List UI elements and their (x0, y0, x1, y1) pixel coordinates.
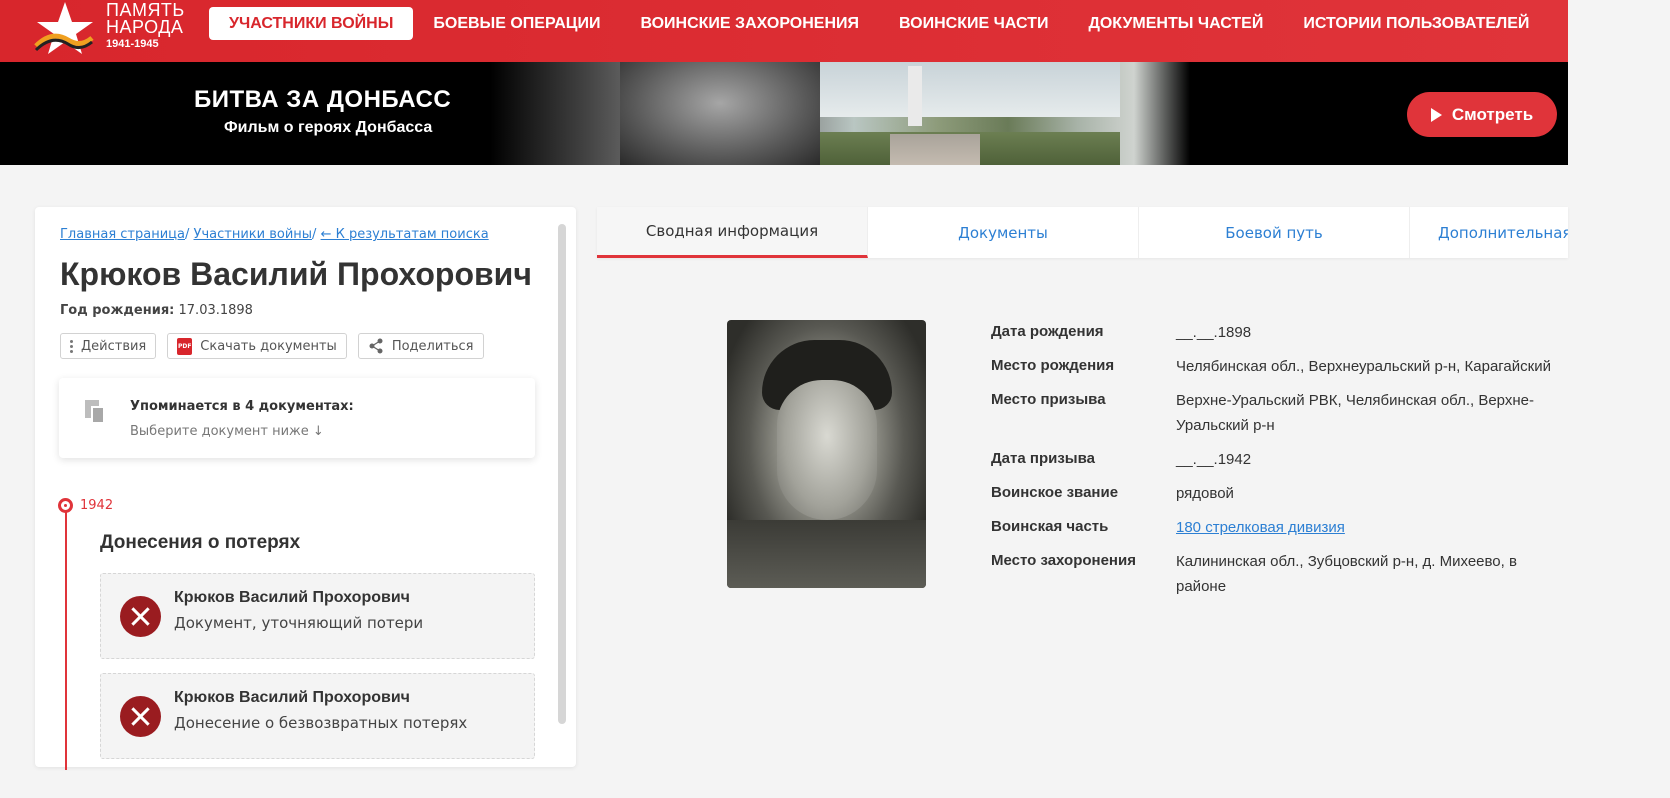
mentions-box: Упоминается в 4 документах: Выберите док… (59, 378, 535, 458)
info-label: Воинская часть (991, 518, 1109, 535)
info-label: Дата рождения (991, 323, 1104, 340)
nav-operations[interactable]: БОЕВЫЕ ОПЕРАЦИИ (413, 7, 620, 40)
info-label: Дата призыва (991, 450, 1095, 467)
share-button[interactable]: Поделиться (357, 333, 484, 359)
section-title: Донесения о потерях (100, 532, 301, 553)
info-value: __.__.1898 (1176, 324, 1252, 341)
timeline-year: 1942 (80, 498, 114, 513)
action-bar: Действия PDF Скачать документы Поделитьс… (60, 333, 484, 359)
banner-subtitle: Фильм о героях Донбасса (224, 119, 433, 136)
top-header: ПАМЯТЬ НАРОДА 1941-1945 УЧАСТНИКИ ВОЙНЫ … (0, 0, 1568, 62)
banner-image (490, 62, 1190, 165)
more-vertical-icon (70, 339, 73, 353)
page-title: Крюков Василий Прохорович (60, 256, 532, 292)
loss-x-icon (120, 696, 161, 737)
info-value: Верхне-Уральский РВК, Челябинская обл., … (1176, 392, 1534, 434)
nav-units[interactable]: ВОИНСКИЕ ЧАСТИ (879, 7, 1068, 40)
timeline-marker-icon (58, 498, 73, 513)
info-label: Воинское звание (991, 484, 1119, 501)
info-row: Место рождения Челябинская обл., Верхнеу… (991, 354, 1551, 379)
mentions-hint: Выберите документ ниже ↓ (130, 424, 324, 439)
nav-unit-documents[interactable]: ДОКУМЕНТЫ ЧАСТЕЙ (1068, 7, 1283, 40)
nav-burials[interactable]: ВОИНСКИЕ ЗАХОРОНЕНИЯ (620, 7, 879, 40)
breadcrumb-home[interactable]: Главная страница (60, 227, 185, 242)
main-nav: УЧАСТНИКИ ВОЙНЫ БОЕВЫЕ ОПЕРАЦИИ ВОИНСКИЕ… (209, 7, 1549, 40)
play-icon (1430, 107, 1442, 122)
military-unit-link[interactable]: 180 стрелковая дивизия (1176, 519, 1345, 536)
promo-banner[interactable]: БИТВА ЗА ДОНБАСС Фильм о героях Донбасса… (0, 62, 1568, 165)
info-row: Дата призыва __.__.1942 (991, 447, 1551, 472)
info-label: Место захоронения (991, 552, 1136, 569)
watch-button[interactable]: Смотреть (1407, 92, 1557, 137)
info-label: Место рождения (991, 357, 1115, 374)
document-card[interactable]: Крюков Василий Прохорович Донесение о бе… (100, 673, 535, 759)
info-row: Место захоронения Калининская обл., Зубц… (991, 549, 1551, 599)
tab-additional[interactable]: Дополнительная и (1410, 207, 1568, 258)
logo-title: ПАМЯТЬ НАРОДА (106, 0, 185, 37)
tab-summary[interactable]: Сводная информация (597, 207, 868, 258)
star-ribbon-icon (34, 2, 94, 54)
person-info: Дата рождения __.__.1898 Место рождения … (991, 320, 1551, 608)
logo-years: 1941-1945 (106, 38, 159, 50)
timeline-line (65, 510, 67, 770)
documents-icon (85, 400, 107, 426)
share-icon (369, 338, 383, 354)
tab-documents[interactable]: Документы (868, 207, 1139, 258)
pdf-icon: PDF (177, 337, 193, 355)
info-value: Челябинская обл., Верхнеуральский р-н, К… (1176, 358, 1551, 375)
birth-year: Год рождения: 17.03.1898 (60, 303, 253, 318)
nav-participants[interactable]: УЧАСТНИКИ ВОЙНЫ (209, 7, 414, 40)
document-card[interactable]: Крюков Василий Прохорович Документ, уточ… (100, 573, 535, 659)
mentions-title: Упоминается в 4 документах: (130, 399, 354, 414)
info-value: рядовой (1176, 485, 1234, 502)
info-row: Дата рождения __.__.1898 (991, 320, 1551, 345)
person-photo[interactable] (727, 320, 926, 588)
breadcrumb-back-to-results[interactable]: ← К результатам поиска (321, 227, 489, 242)
document-type: Документ, уточняющий потери (174, 614, 424, 632)
document-type: Донесение о безвозвратных потерях (174, 714, 468, 732)
site-logo[interactable]: ПАМЯТЬ НАРОДА 1941-1945 (34, 0, 204, 58)
banner-title: БИТВА ЗА ДОНБАСС (194, 86, 452, 113)
nav-user-stories[interactable]: ИСТОРИИ ПОЛЬЗОВАТЕЛЕЙ (1283, 7, 1549, 40)
info-row: Место призыва Верхне-Уральский РВК, Челя… (991, 388, 1551, 438)
download-documents-button[interactable]: PDF Скачать документы (167, 333, 347, 359)
breadcrumb-participants[interactable]: Участники войны (194, 227, 313, 242)
info-label: Место призыва (991, 391, 1106, 408)
loss-x-icon (120, 596, 161, 637)
card-scrollbar[interactable] (558, 224, 566, 724)
info-value: __.__.1942 (1176, 451, 1252, 468)
actions-button[interactable]: Действия (60, 333, 157, 359)
document-person-name: Крюков Василий Прохорович (174, 689, 410, 706)
info-row: Воинское звание рядовой (991, 481, 1551, 506)
tab-combat-path[interactable]: Боевой путь (1139, 207, 1410, 258)
info-row: Воинская часть 180 стрелковая дивизия (991, 515, 1551, 540)
info-value: 180 стрелковая дивизия (1176, 515, 1551, 540)
profile-tabs: Сводная информация Документы Боевой путь… (597, 207, 1568, 258)
info-value: Калининская обл., Зубцовский р-н, д. Мих… (1176, 553, 1517, 595)
document-person-name: Крюков Василий Прохорович (174, 589, 410, 606)
breadcrumb: Главная страница/ Участники войны/ ← К р… (60, 227, 489, 242)
